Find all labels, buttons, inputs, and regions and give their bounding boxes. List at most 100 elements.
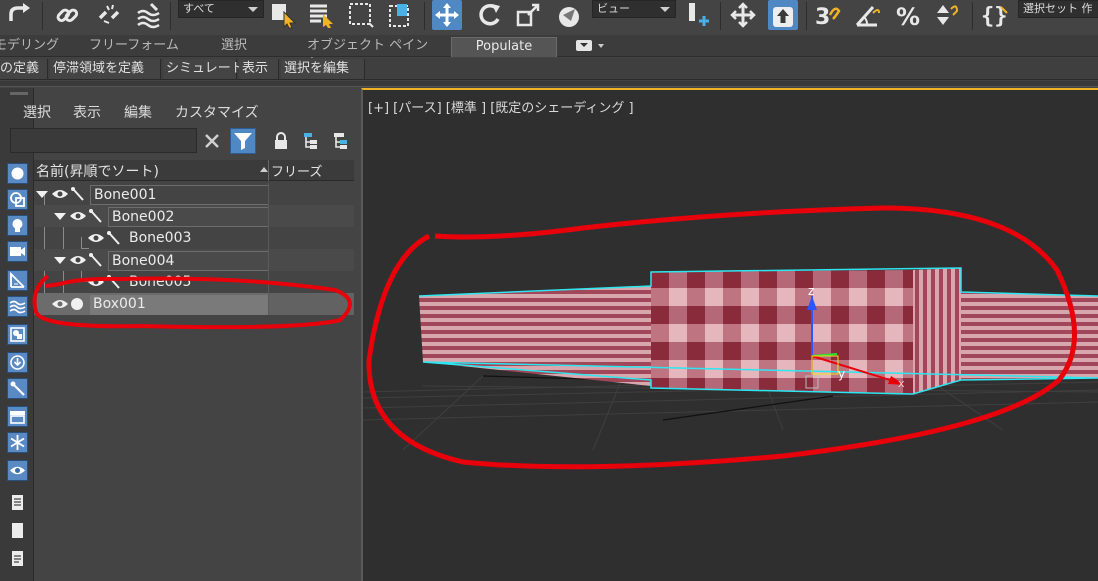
scene-explorer: 選択 表示 編集 カスタマイズ 名前(昇順でソート) フリーズ Bone001 <box>10 88 553 581</box>
rotate-icon[interactable] <box>474 0 504 30</box>
invert-display-icon[interactable] <box>7 548 28 569</box>
filter-toggle-icon[interactable] <box>230 128 256 154</box>
node-name[interactable]: Bone002 <box>108 207 268 227</box>
redo-icon[interactable] <box>4 0 34 30</box>
pivot-center-icon[interactable] <box>682 0 712 30</box>
expand-triangle-icon[interactable] <box>36 191 48 198</box>
tab-modeling[interactable]: モデリング <box>0 37 64 57</box>
angle-snap-icon[interactable] <box>852 0 882 30</box>
select-object-icon[interactable] <box>268 0 298 30</box>
ribbon-minimize-icon[interactable] <box>576 40 592 51</box>
main-toolbar: すべて ビュー 3 % {} 選択セット 作 <box>0 0 1098 34</box>
search-input[interactable] <box>10 128 197 153</box>
tree-row-bone003[interactable]: Bone003 <box>34 227 553 249</box>
expand-triangle-icon[interactable] <box>54 257 66 264</box>
svg-text:3: 3 <box>815 5 830 29</box>
helpers-filter-icon[interactable] <box>7 270 28 291</box>
tab-selection[interactable]: 選択 <box>221 37 261 57</box>
explorer-filter-toolbar <box>0 88 34 581</box>
place-icon[interactable] <box>554 0 584 30</box>
visibility-eye-icon[interactable] <box>88 276 104 288</box>
menu-customize[interactable]: カスタマイズ <box>175 102 259 122</box>
reference-coordinate-dropdown[interactable]: ビュー <box>592 0 676 18</box>
move-icon[interactable] <box>432 0 462 30</box>
clear-search-icon[interactable] <box>199 128 225 154</box>
bone-icon <box>89 253 102 267</box>
tab-object-paint[interactable]: オブジェクト ペイント <box>307 37 437 71</box>
tab-populate[interactable]: Populate <box>451 37 557 57</box>
toolbar-grip[interactable] <box>10 92 28 95</box>
tree-row-bone001[interactable]: Bone001 <box>34 183 553 205</box>
tree-row-bone002[interactable]: Bone002 <box>34 205 553 227</box>
display-none-icon[interactable] <box>7 520 28 541</box>
node-name[interactable]: Bone003 <box>126 229 191 249</box>
node-name[interactable]: Bone005 <box>126 273 191 293</box>
geometry-filter-icon[interactable] <box>7 163 28 184</box>
snaps-toggle-icon[interactable]: 3 <box>812 0 842 30</box>
define-button[interactable]: の定義 <box>0 59 48 79</box>
percent-snap-icon[interactable]: % <box>894 0 924 30</box>
node-name[interactable]: Box001 <box>90 295 268 315</box>
select-by-name-icon[interactable] <box>306 0 336 30</box>
sort-ascending-icon <box>260 167 268 172</box>
window-crossing-icon[interactable] <box>386 0 416 30</box>
menu-edit[interactable]: 編集 <box>124 102 152 122</box>
visibility-eye-icon[interactable] <box>52 188 68 200</box>
bones-filter-icon[interactable] <box>7 378 28 399</box>
svg-text:{}: {} <box>981 4 1008 29</box>
visibility-eye-icon[interactable] <box>88 232 104 244</box>
rectangular-selection-icon[interactable] <box>346 0 376 30</box>
groups-filter-icon[interactable] <box>7 324 28 345</box>
viewport-label[interactable]: [+] [パース] [標準 ] [既定のシェーディング ] <box>368 97 634 116</box>
sort-by-layer-icon[interactable] <box>328 128 354 154</box>
spinner-snap-icon[interactable] <box>930 0 960 30</box>
expand-triangle-icon[interactable] <box>54 213 66 220</box>
lock-icon[interactable] <box>268 128 294 154</box>
node-name[interactable]: Bone004 <box>108 251 268 271</box>
tree-row-bone005[interactable]: Bone005 <box>34 271 553 293</box>
edit-selected-button[interactable]: 選択を編集 <box>281 59 365 79</box>
node-name[interactable]: Bone001 <box>90 185 268 205</box>
simulate-button[interactable]: シミュレート <box>163 59 244 79</box>
visibility-eye-icon[interactable] <box>70 254 86 266</box>
display-button[interactable]: 表示 <box>239 59 279 79</box>
space-warps-filter-icon[interactable] <box>7 296 28 317</box>
column-freeze[interactable]: フリーズ <box>271 161 322 180</box>
selection-filter-dropdown[interactable]: すべて <box>178 0 264 18</box>
define-idle-areas-button[interactable]: 停滞領域を定義 <box>50 59 161 79</box>
unlink-icon[interactable] <box>94 0 124 30</box>
bone-icon <box>89 209 102 223</box>
visibility-eye-icon[interactable] <box>52 298 68 310</box>
frozen-filter-icon[interactable] <box>7 432 28 453</box>
lights-filter-icon[interactable] <box>7 215 28 236</box>
display-all-icon[interactable] <box>7 492 28 513</box>
tree-row-bone004[interactable]: Bone004 <box>34 249 553 271</box>
shapes-filter-icon[interactable] <box>7 189 28 210</box>
reference-coordinate-value: ビュー <box>597 2 630 15</box>
edit-named-selection-icon[interactable]: {} <box>980 0 1010 30</box>
menu-select[interactable]: 選択 <box>23 102 51 122</box>
svg-text:%: % <box>896 3 920 29</box>
bind-space-warp-icon[interactable] <box>134 0 164 30</box>
tab-freeform[interactable]: フリーフォーム <box>89 37 179 57</box>
bone-icon <box>107 231 120 245</box>
cameras-filter-icon[interactable] <box>7 241 28 262</box>
visibility-eye-icon[interactable] <box>70 210 86 222</box>
containers-filter-icon[interactable] <box>7 406 28 427</box>
keyboard-shortcut-override-icon[interactable] <box>768 0 798 30</box>
column-name[interactable]: 名前(昇順でソート) <box>36 161 159 181</box>
tree-row-box001[interactable]: Box001 <box>34 293 553 315</box>
menu-display[interactable]: 表示 <box>73 102 101 122</box>
named-selection-set-dropdown[interactable]: 選択セット 作 <box>1018 0 1098 18</box>
explorer-menu-bar: 選択 表示 編集 カスタマイズ <box>23 100 361 122</box>
gizmo-axis-x: x <box>898 377 905 390</box>
select-and-manipulate-icon[interactable] <box>728 0 758 30</box>
hidden-filter-icon[interactable] <box>7 460 28 481</box>
scale-icon[interactable] <box>514 0 544 30</box>
link-icon[interactable] <box>52 0 82 30</box>
named-selection-set-value: 選択セット 作 <box>1023 2 1093 15</box>
ribbon-options-chevron-icon[interactable] <box>598 44 604 48</box>
xrefs-filter-icon[interactable] <box>7 352 28 373</box>
perspective-viewport[interactable]: z y x [+] [パース] [標準 ] [既定のシェーディング ] <box>361 88 1098 581</box>
sort-by-hierarchy-icon[interactable] <box>298 128 324 154</box>
